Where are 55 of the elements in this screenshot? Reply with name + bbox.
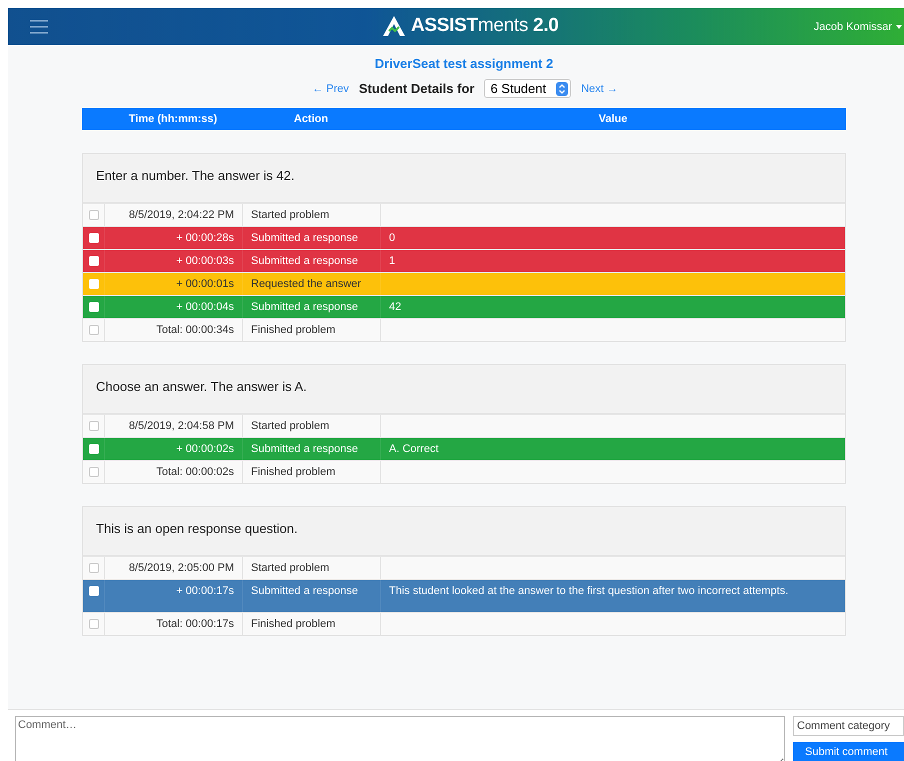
value-cell: 1 [389,255,396,267]
row-checkbox[interactable] [88,619,98,629]
action-cell: Submitted a response [251,232,358,244]
time-cell: + 00:00:03s [176,255,234,267]
action-cell: Submitted a response [251,443,358,455]
time-cell: + 00:00:28s [176,232,234,244]
problem-title: Choose an answer. The answer is A. [83,365,845,414]
row-checkbox[interactable] [88,210,98,220]
time-cell: 8/5/2019, 2:04:58 PM [128,420,234,432]
action-cell: Submitted a response [251,255,358,267]
value-cell: 42 [389,301,402,313]
row-checkbox[interactable] [88,563,98,573]
action-cell: Started problem [251,562,330,574]
menu-icon[interactable] [30,20,48,34]
assignment-title: DriverSeat test assignment 2 [374,56,554,71]
time-cell: + 00:00:02s [176,443,234,455]
time-cell: Total: 00:00:17s [156,618,234,630]
action-cell: Finished problem [251,618,336,630]
user-menu[interactable]: Jacob Komissar [814,20,896,32]
action-cell: Started problem [251,420,330,432]
time-cell: + 00:00:17s [176,585,234,597]
submit-comment-button[interactable]: Submit comment [793,742,904,761]
app-logo: ASSISTments 2.0 [411,15,559,37]
student-details-label: Student Details for [358,81,474,96]
row-checkbox[interactable] [88,421,98,431]
action-cell: Finished problem [251,324,336,336]
row-checkbox[interactable] [88,325,98,335]
problem-title: Enter a number. The answer is 42. [83,154,845,203]
action-cell: Submitted a response [251,301,358,313]
action-cell: Submitted a response [251,585,358,597]
row-checkbox[interactable] [88,467,98,477]
time-cell: + 00:00:04s [176,301,234,313]
time-cell: 8/5/2019, 2:05:00 PM [128,562,234,574]
logo-icon [383,16,405,36]
time-cell: + 00:00:01s [176,278,234,290]
column-header: Value [598,113,628,125]
column-header: Time (hh:mm:ss) [128,113,218,125]
comment-field[interactable]: Comment… [15,716,785,761]
action-cell: Started problem [251,209,330,221]
next-link[interactable]: Next → [581,82,618,94]
caret-icon [896,24,902,28]
student-select[interactable]: 6 Student [484,79,572,98]
column-header: Action [292,113,330,125]
prev-link[interactable]: ← Prev [312,82,349,94]
action-cell: Finished problem [251,466,336,478]
time-cell: Total: 00:00:34s [156,324,234,336]
value-cell: 0 [389,232,396,244]
action-cell: Requested the answer [251,278,362,290]
value-cell: A. Correct [389,443,439,455]
value-cell: This student looked at the answer to the first question after two incorrect attempts. [389,585,788,597]
problem-title: This is an open response question. [83,507,845,556]
spinner-icon [556,82,568,96]
comment-category-select[interactable]: Comment category [793,716,904,736]
time-cell: 8/5/2019, 2:04:22 PM [128,209,234,221]
time-cell: Total: 00:00:02s [156,466,234,478]
